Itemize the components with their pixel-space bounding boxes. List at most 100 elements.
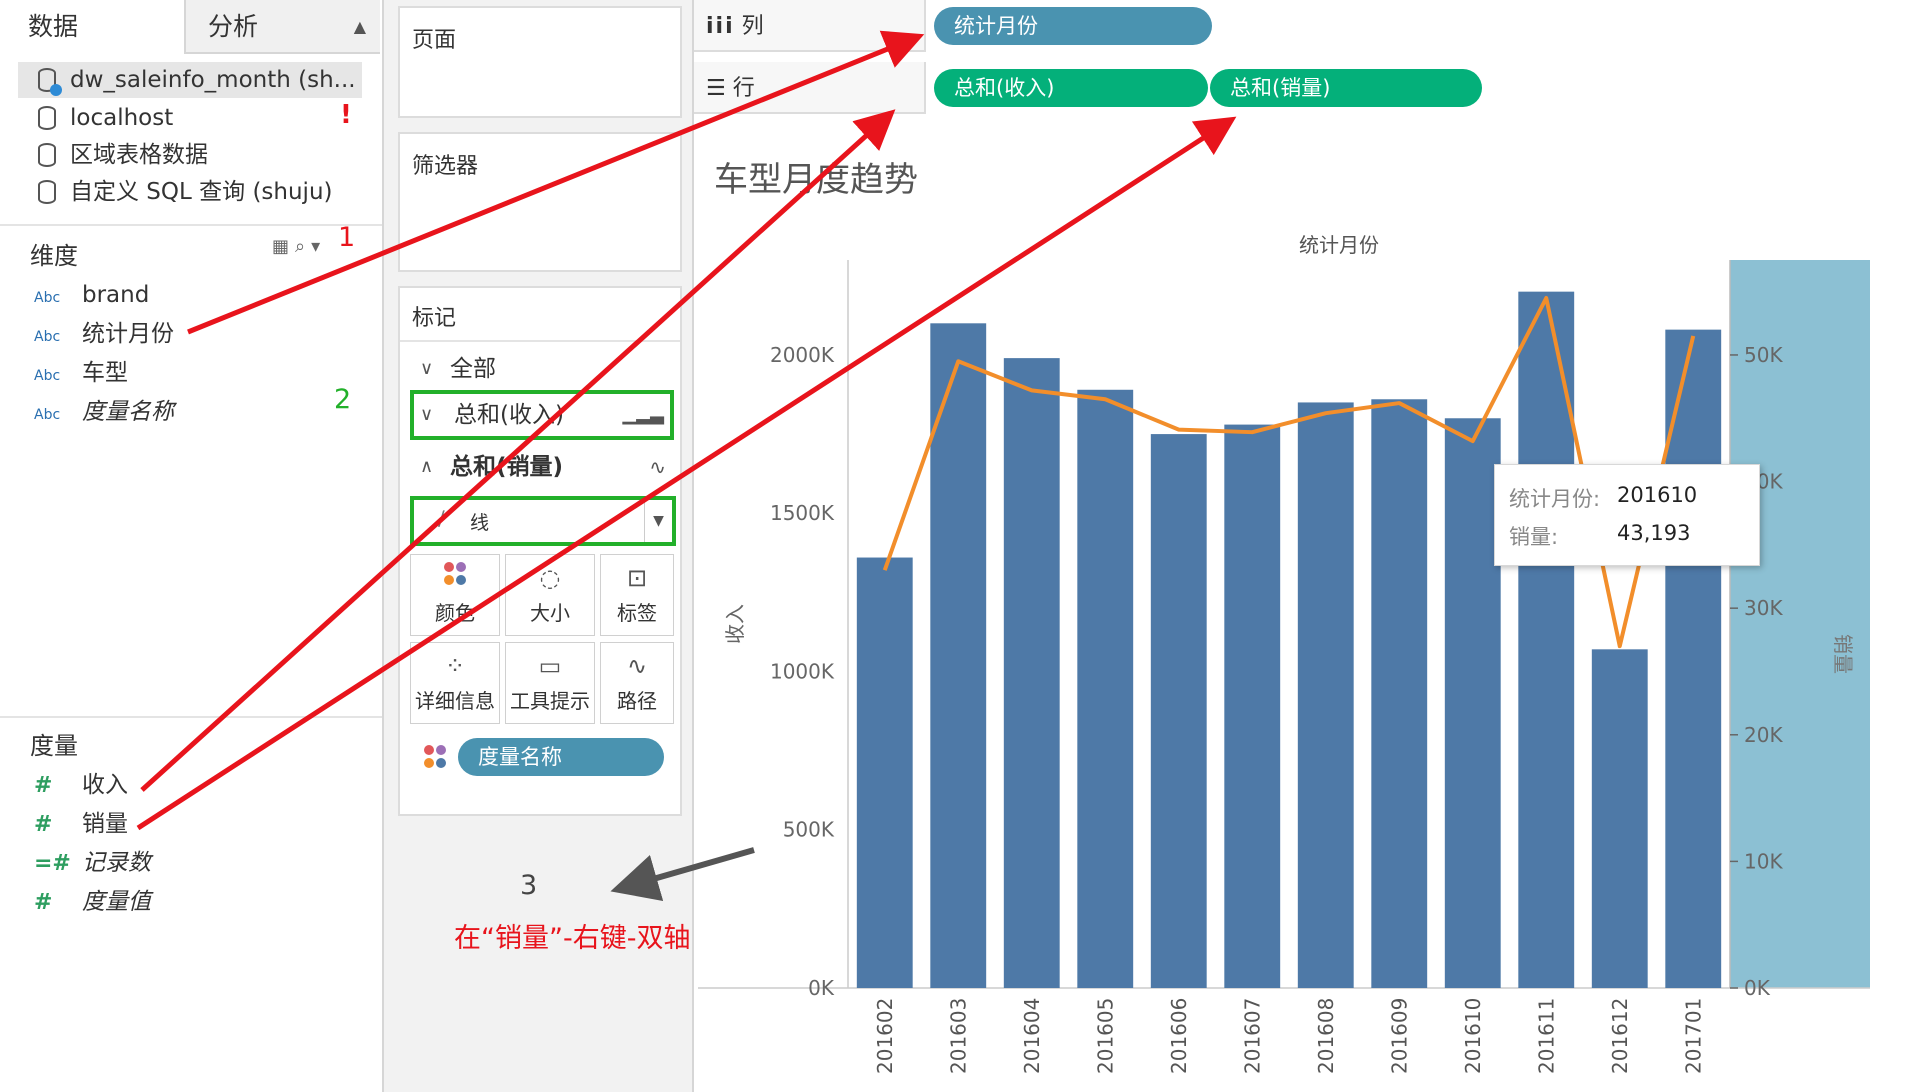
path-button[interactable]: ∿ 路径: [600, 642, 674, 724]
tooltip-button[interactable]: ▭ 工具提示: [505, 642, 595, 724]
marks-title: 标记: [412, 306, 457, 331]
mark-type-label: 线: [470, 512, 490, 534]
list-view-icon[interactable]: ▦: [272, 236, 295, 257]
number-type-icon: #: [34, 890, 53, 915]
marks-card: 标记 ∨ 全部 ∨ 总和(收入) ▁▂▃ ∧ 总和(销量) ∿ ∕ 线 ▼ 颜色…: [398, 286, 682, 816]
bar: [1371, 399, 1428, 989]
marks-row-label: 总和(收入): [454, 402, 564, 428]
detail-button[interactable]: ⁘ 详细信息: [410, 642, 500, 724]
mark-button-label: 路径: [617, 689, 657, 713]
x-tick-label: 201607: [1240, 998, 1264, 1074]
marks-sales-row[interactable]: ∧ 总和(销量) ∿: [410, 444, 674, 490]
bar: [1003, 358, 1060, 989]
divider: [0, 716, 382, 718]
rows-drop-area[interactable]: 总和(收入) 总和(销量): [924, 62, 1905, 114]
number-type-icon: #: [34, 773, 53, 798]
rows-pill[interactable]: 总和(收入): [934, 69, 1208, 107]
datasource-label: localhost: [70, 105, 174, 131]
annotation-number: 2: [334, 384, 352, 415]
measure-field[interactable]: # 收入: [34, 768, 128, 802]
annotation-number: 1: [338, 222, 356, 253]
chevron-down-icon[interactable]: ▾: [311, 236, 326, 257]
bar: [1224, 424, 1281, 988]
mark-type-dropdown[interactable]: ∕ 线 ▼: [410, 496, 676, 546]
rows-pill[interactable]: 总和(销量): [1210, 69, 1482, 107]
tab-analysis-label: 分析: [208, 12, 259, 41]
x-tick-label: 201610: [1461, 998, 1485, 1074]
label-button[interactable]: ⊡ 标签: [600, 554, 674, 636]
sort-caret-icon[interactable]: ▲: [354, 0, 366, 54]
x-tick-label: 201606: [1167, 998, 1191, 1074]
size-button[interactable]: ◌ 大小: [505, 554, 595, 636]
columns-drop-area[interactable]: 统计月份: [924, 0, 1905, 52]
filters-card[interactable]: 筛选器: [398, 132, 682, 272]
rows-label: 行: [732, 76, 755, 101]
string-type-icon: Abc: [34, 329, 61, 345]
bar: [930, 323, 987, 989]
y2-tick-label: 10K: [1744, 849, 1783, 873]
marks-income-row[interactable]: ∨ 总和(收入) ▁▂▃: [410, 390, 674, 440]
bar: [1077, 389, 1134, 988]
dimension-field[interactable]: Abc 车型: [34, 356, 128, 390]
mark-button-label: 大小: [530, 601, 570, 625]
datasource-item[interactable]: localhost: [18, 100, 362, 136]
color-legend-icon: [420, 742, 450, 776]
divider: [0, 224, 382, 226]
filters-title: 筛选器: [412, 154, 479, 179]
tooltip-value: 43,193: [1617, 521, 1691, 545]
string-type-icon: Abc: [34, 290, 61, 306]
dimension-field[interactable]: Abc brand: [34, 278, 149, 312]
x-tick-label: 201602: [873, 998, 897, 1074]
tooltip-key: 统计月份:: [1509, 487, 1601, 511]
x-tick-label: 201612: [1608, 998, 1632, 1074]
color-button[interactable]: 颜色: [410, 554, 500, 636]
string-type-icon: Abc: [34, 407, 61, 423]
columns-pill[interactable]: 统计月份: [934, 7, 1212, 45]
tab-analysis[interactable]: 分析 ▲: [184, 0, 380, 54]
pages-card[interactable]: 页面: [398, 6, 682, 118]
chevron-up-icon: ∧: [420, 456, 434, 477]
field-label: 度量值: [82, 889, 151, 915]
datasource-label: dw_saleinfo_month (sh...: [70, 67, 356, 93]
dimension-field[interactable]: Abc 统计月份: [34, 317, 174, 351]
marks-row-label: 全部: [450, 356, 496, 382]
field-label: 车型: [82, 360, 128, 386]
measure-field[interactable]: # 销量: [34, 807, 128, 841]
datasource-label: 自定义 SQL 查询 (shuju): [70, 179, 333, 205]
measure-field[interactable]: =# 记录数: [34, 846, 151, 880]
search-icon[interactable]: ⌕: [295, 236, 311, 257]
line-chart-icon: ∿: [649, 455, 666, 479]
field-label: 收入: [82, 772, 128, 798]
bar: [1150, 434, 1207, 988]
datasource-item[interactable]: dw_saleinfo_month (sh...: [18, 62, 362, 98]
dimension-field[interactable]: Abc 度量名称: [34, 395, 174, 429]
y-axis-title: 收入: [723, 604, 747, 644]
marks-all-row[interactable]: ∨ 全部: [410, 346, 674, 392]
tooltip-popup: 统计月份: 201610 销量: 43,193: [1494, 464, 1760, 566]
rows-shelf: ☰ 行 总和(收入) 总和(销量): [694, 62, 1905, 114]
view-area: iii 列 统计月份 ☰ 行 总和(收入) 总和(销量) 车型月度趋势 统计月份…: [694, 0, 1905, 1092]
pages-title: 页面: [412, 28, 457, 53]
mark-button-label: 标签: [617, 601, 657, 625]
path-icon: ∿: [626, 652, 648, 680]
mark-button-label: 颜色: [435, 601, 475, 625]
measures-title: 度量: [30, 732, 78, 760]
y-tick-label: 1000K: [770, 659, 835, 683]
rows-icon: ☰: [706, 76, 726, 101]
chevron-down-icon: ▼: [644, 500, 672, 542]
bar: [1665, 329, 1722, 988]
datasource-item[interactable]: 区域表格数据: [18, 137, 362, 173]
tooltip-value: 201610: [1617, 483, 1698, 507]
field-label: brand: [82, 282, 150, 308]
measure-field[interactable]: # 度量值: [34, 885, 151, 919]
columns-label: 列: [741, 14, 764, 39]
mark-button-label: 工具提示: [510, 689, 590, 713]
color-field-pill[interactable]: 度量名称: [458, 738, 664, 776]
datasource-item[interactable]: 自定义 SQL 查询 (shuju): [18, 174, 362, 210]
chevron-down-icon: ∨: [420, 404, 434, 425]
tab-data[interactable]: 数据: [0, 0, 184, 54]
string-type-icon: Abc: [34, 368, 61, 384]
line-mark-icon: ∕: [438, 506, 445, 530]
size-icon: ◌: [539, 564, 561, 592]
warning-icon: !: [340, 100, 352, 130]
